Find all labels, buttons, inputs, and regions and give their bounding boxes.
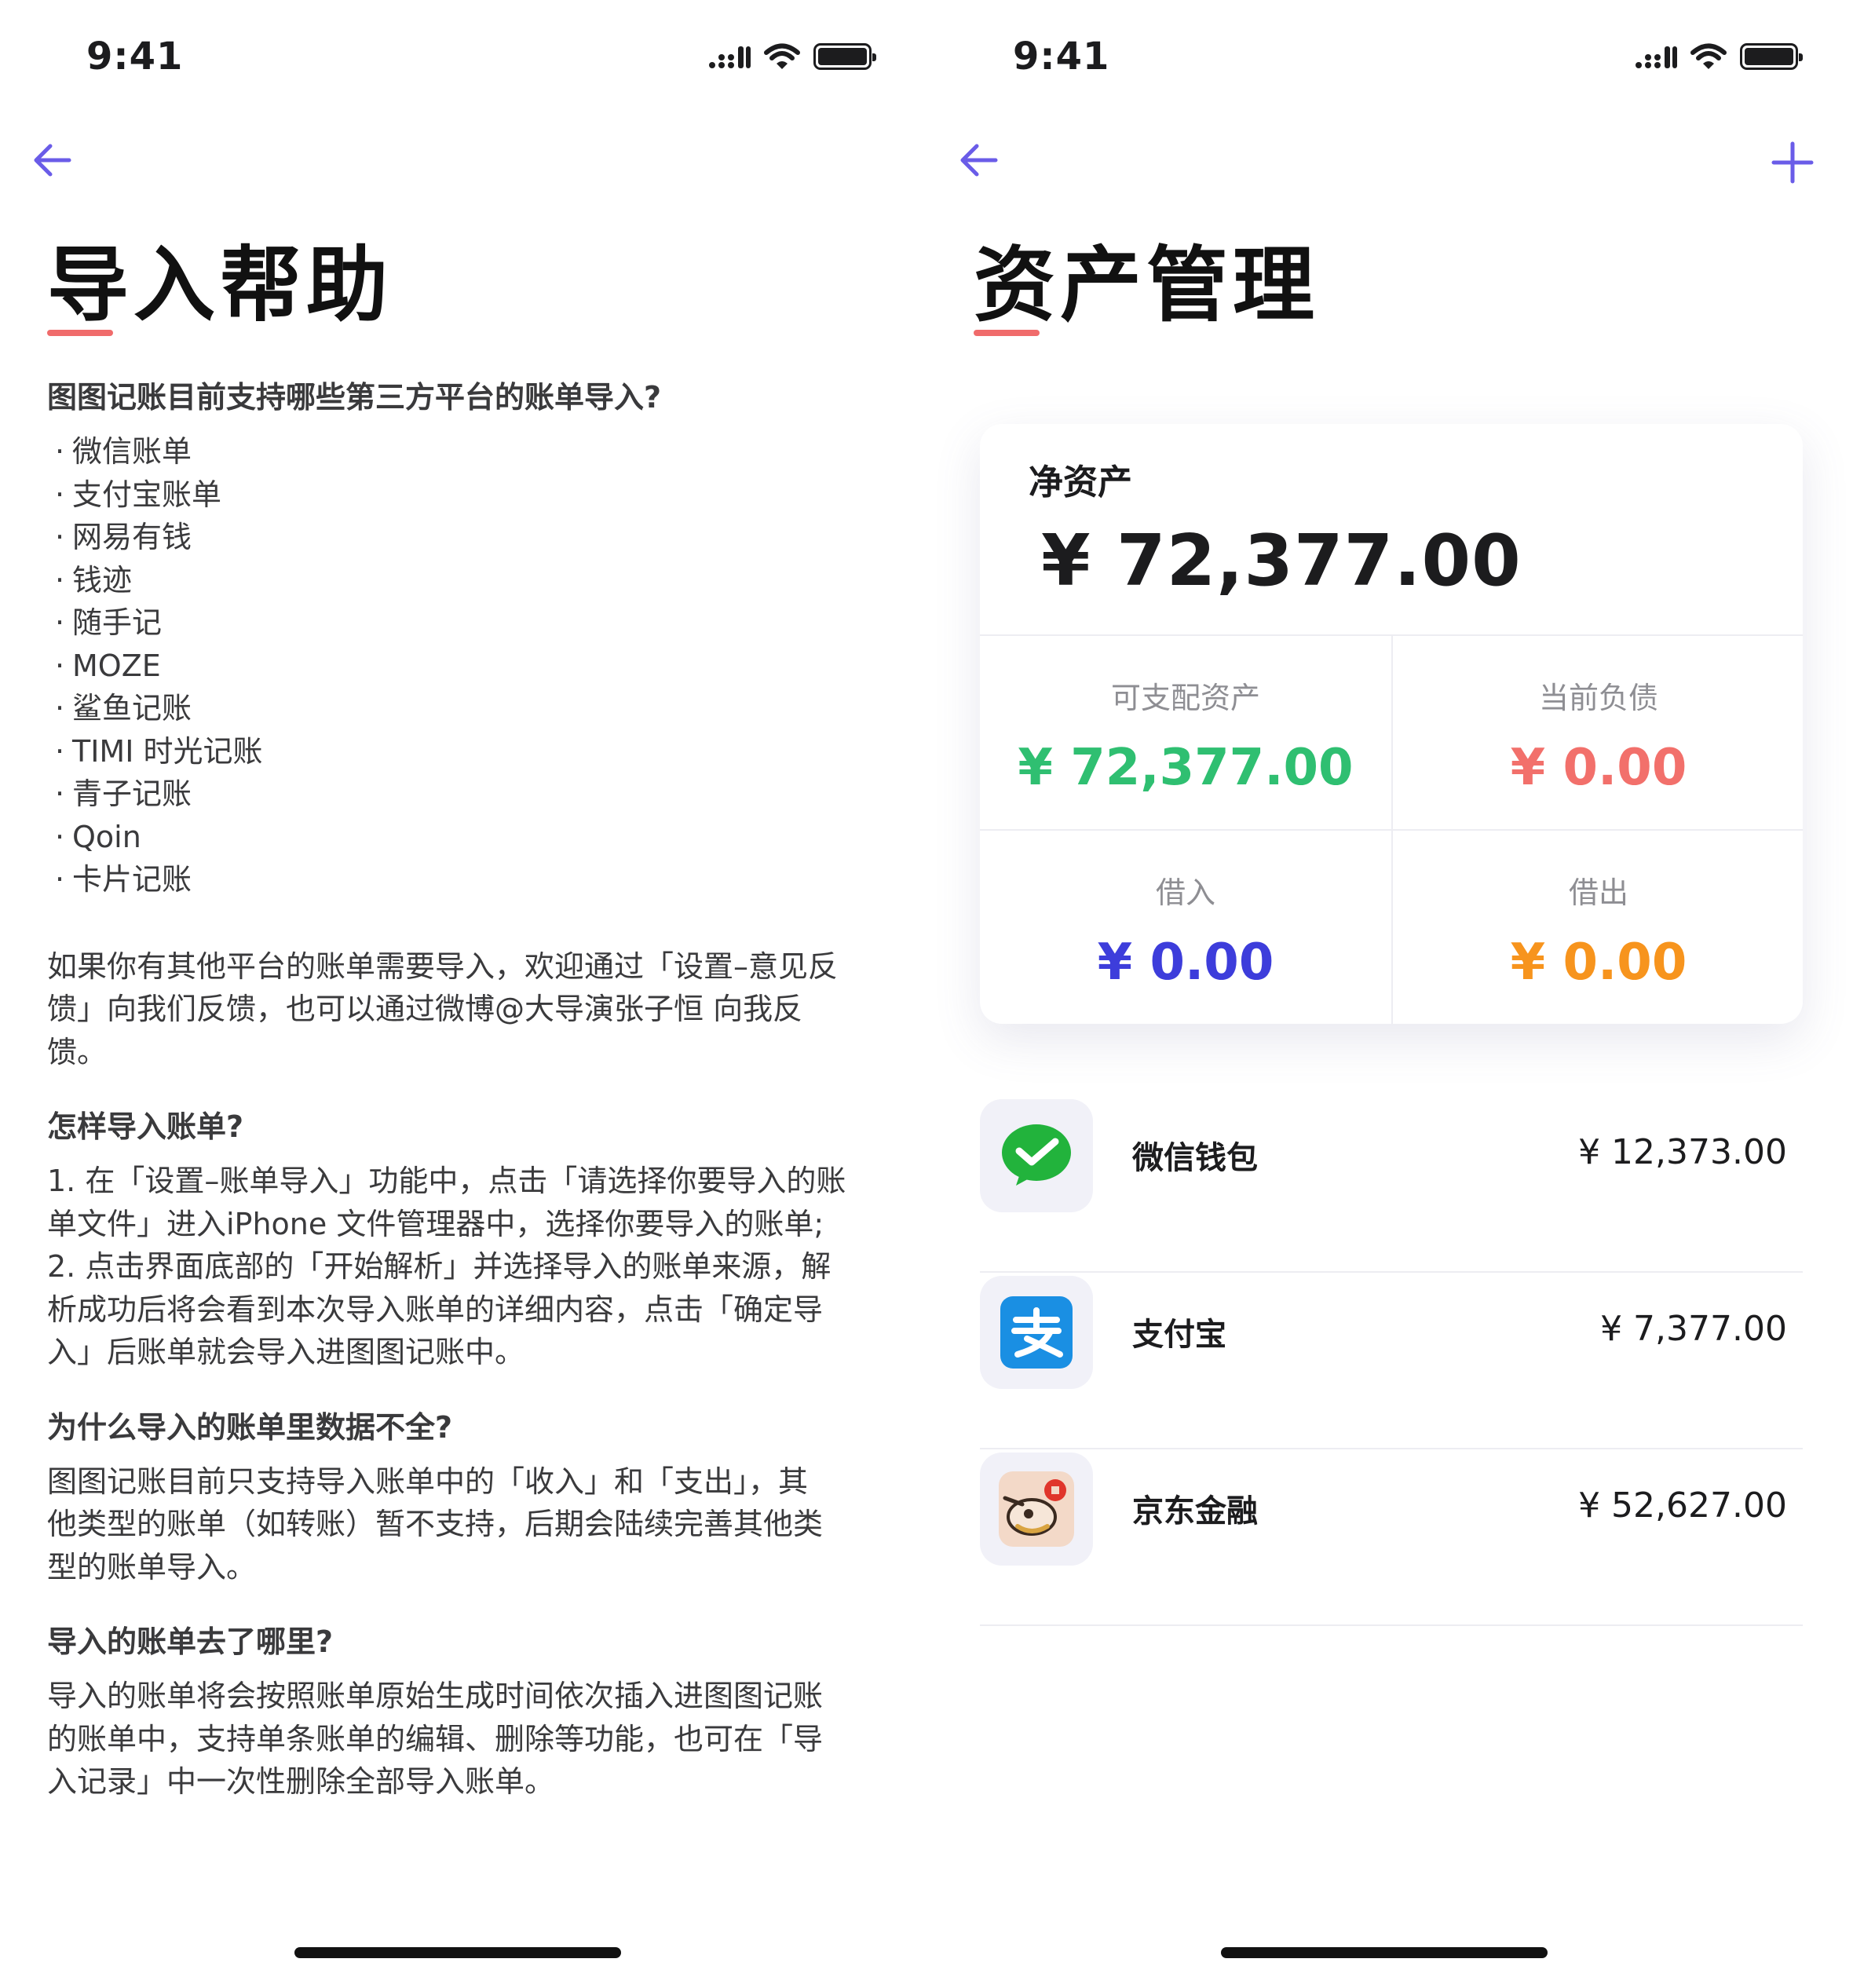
back-arrow-icon[interactable]	[956, 138, 1000, 182]
liability-cell[interactable]: 当前负债 ¥ 0.00	[1393, 674, 1804, 797]
faq-question: 怎样导入账单?	[47, 1109, 244, 1144]
list-item: TIMI 时光记账	[47, 730, 879, 773]
account-name: 支付宝	[1132, 1317, 1226, 1353]
borrow-out-value: ¥ 0.00	[1510, 934, 1687, 992]
borrow-out-cell[interactable]: 借出 ¥ 0.00	[1393, 868, 1804, 992]
list-item: 青子记账	[47, 773, 879, 816]
list-item: 微信账单	[47, 430, 879, 473]
battery-icon	[1740, 43, 1803, 70]
faq-question: 导入的账单去了哪里?	[47, 1624, 334, 1659]
cellular-signal-icon	[709, 46, 751, 68]
net-assets-value: ¥ 72,377.00	[1041, 520, 1522, 602]
title-underline	[974, 330, 1040, 336]
home-indicator[interactable]	[294, 1947, 621, 1958]
account-amount: ¥ 52,627.00	[1578, 1486, 1787, 1526]
account-name: 微信钱包	[1132, 1140, 1258, 1176]
list-item: Qoin	[47, 816, 879, 859]
account-list: 微信钱包 ¥ 12,373.00 支付宝 ¥ 7,377.00 京东金融 ¥ 5…	[980, 1096, 1803, 1626]
wifi-icon	[764, 43, 800, 69]
cellular-signal-icon	[1636, 46, 1677, 68]
faq-question: 为什么导入的账单里数据不全?	[47, 1409, 453, 1445]
liability-value: ¥ 0.00	[1510, 739, 1687, 797]
account-item-alipay[interactable]: 支付宝 ¥ 7,377.00	[980, 1273, 1803, 1449]
title-underline	[47, 330, 113, 336]
platform-list: 微信账单 支付宝账单 网易有钱 钱迹 随手记 MOZE 鲨鱼记账 TIMI 时光…	[47, 430, 879, 901]
net-assets-label: 净资产	[1029, 462, 1132, 502]
list-item: 支付宝账单	[47, 473, 879, 517]
status-bar: 9:41	[926, 31, 1853, 86]
faq-answer: 如果你有其他平台的账单需要导入，欢迎通过「设置–意见反 馈」向我们反馈，也可以通…	[47, 948, 839, 1069]
list-item: 鲨鱼记账	[47, 687, 879, 730]
faq-answer: 1. 在「设置–账单导入」功能中，点击「请选择你要导入的账 单文件」进入iPho…	[47, 1164, 846, 1369]
wifi-icon	[1690, 43, 1727, 69]
back-arrow-icon[interactable]	[30, 138, 74, 182]
liability-label: 当前负债	[1538, 681, 1658, 715]
list-item: MOZE	[47, 645, 879, 688]
list-item: 钱迹	[47, 559, 879, 602]
list-item: 随手记	[47, 601, 879, 645]
status-time: 9:41	[1013, 35, 1110, 79]
account-item-wechat[interactable]: 微信钱包 ¥ 12,373.00	[980, 1096, 1803, 1273]
page-title: 导入帮助	[47, 237, 393, 333]
net-assets-card: 净资产 ¥ 72,377.00 可支配资产 ¥ 72,377.00 当前负债 ¥…	[980, 424, 1803, 1024]
account-amount: ¥ 7,377.00	[1600, 1309, 1787, 1349]
disposable-assets-cell[interactable]: 可支配资产 ¥ 72,377.00	[980, 674, 1391, 797]
status-time: 9:41	[86, 35, 184, 79]
wechat-icon	[1002, 1124, 1071, 1186]
faq-question: 图图记账目前支持哪些第三方平台的账单导入?	[47, 380, 662, 415]
borrow-in-label: 借入	[1155, 875, 1215, 910]
disposable-assets-value: ¥ 72,377.00	[1018, 739, 1354, 797]
add-account-button[interactable]	[1771, 141, 1814, 184]
battery-icon	[813, 43, 876, 70]
assets-screen: 9:41 资产管理 净资产 ¥ 72,377.00 可支配资产 ¥ 72,377…	[926, 0, 1853, 1988]
borrow-out-label: 借出	[1568, 875, 1628, 910]
jd-finance-icon	[999, 1471, 1074, 1547]
status-bar: 9:41	[0, 31, 926, 86]
help-screen: 9:41 导入帮助 图图记账目前支持哪些第三方平台的账单导入? 微信账单	[0, 0, 926, 1988]
home-indicator[interactable]	[1221, 1947, 1548, 1958]
disposable-assets-label: 可支配资产	[1110, 681, 1260, 715]
account-item-jd-finance[interactable]: 京东金融 ¥ 52,627.00	[980, 1449, 1803, 1626]
alipay-icon	[1000, 1296, 1073, 1369]
borrow-in-cell[interactable]: 借入 ¥ 0.00	[980, 868, 1391, 992]
help-content: 图图记账目前支持哪些第三方平台的账单导入? 微信账单 支付宝账单 网易有钱 钱迹…	[47, 375, 879, 1803]
faq-answer: 图图记账目前只支持导入账单中的「收入」和「支出」，其 他类型的账单（如转账）暂不…	[47, 1464, 824, 1584]
account-amount: ¥ 12,373.00	[1578, 1132, 1787, 1172]
list-item: 网易有钱	[47, 516, 879, 559]
account-name: 京东金融	[1132, 1493, 1258, 1529]
borrow-in-value: ¥ 0.00	[1097, 934, 1274, 992]
faq-answer: 导入的账单将会按照账单原始生成时间依次插入进图图记账 的账单中，支持单条账单的编…	[47, 1679, 824, 1799]
page-title: 资产管理	[974, 237, 1320, 333]
list-item: 卡片记账	[47, 858, 879, 901]
